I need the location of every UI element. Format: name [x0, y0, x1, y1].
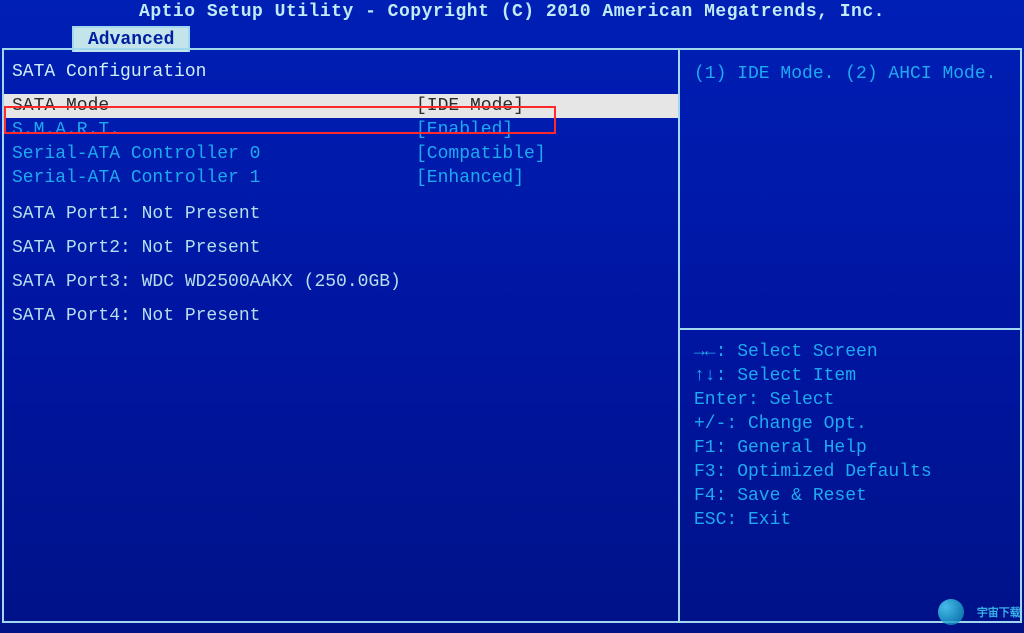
hotkeys-pane: →←: Select Screen ↑↓: Select Item Enter:… [680, 330, 1020, 621]
row-sata-mode[interactable]: SATA Mode [IDE Mode] [4, 94, 678, 118]
row-smart[interactable]: S.M.A.R.T. [Enabled] [4, 118, 678, 142]
row-label: SATA Mode [4, 96, 416, 116]
section-title: SATA Configuration [4, 62, 678, 94]
arrow-left-right-icon: →←: [694, 342, 737, 362]
row-label: Serial-ATA Controller 1 [4, 168, 416, 188]
row-label: S.M.A.R.T. [4, 120, 416, 140]
hotkey-select-screen: →←: Select Screen [694, 340, 1006, 364]
main-pane: SATA Configuration SATA Mode [IDE Mode] … [4, 50, 678, 621]
arrow-up-down-icon: ↑↓: [694, 366, 737, 386]
row-value: [Compatible] [416, 144, 546, 164]
hotkey-esc: ESC: Exit [694, 508, 1006, 532]
sata-port-3: SATA Port3: WDC WD2500AAKX (250.0GB) [4, 258, 678, 292]
title-bar: Aptio Setup Utility - Copyright (C) 2010… [0, 0, 1024, 26]
row-value: [Enabled] [416, 120, 513, 140]
sata-port-4: SATA Port4: Not Present [4, 292, 678, 326]
row-value: [Enhanced] [416, 168, 524, 188]
hotkey-enter: Enter: Select [694, 388, 1006, 412]
row-value: [IDE Mode] [416, 96, 524, 116]
hotkey-change-opt: +/-: Change Opt. [694, 412, 1006, 436]
help-text: (1) IDE Mode. (2) AHCI Mode. [694, 64, 996, 84]
hotkey-f3: F3: Optimized Defaults [694, 460, 1006, 484]
content-frame: SATA Configuration SATA Mode [IDE Mode] … [2, 48, 1022, 623]
hotkey-select-item: ↑↓: Select Item [694, 364, 1006, 388]
row-sata-ctrl-1[interactable]: Serial-ATA Controller 1 [Enhanced] [4, 166, 678, 190]
sata-port-2: SATA Port2: Not Present [4, 224, 678, 258]
bios-screen: Aptio Setup Utility - Copyright (C) 2010… [0, 0, 1024, 633]
hotkey-f4: F4: Save & Reset [694, 484, 1006, 508]
row-sata-ctrl-0[interactable]: Serial-ATA Controller 0 [Compatible] [4, 142, 678, 166]
sata-port-1: SATA Port1: Not Present [4, 190, 678, 224]
row-label: Serial-ATA Controller 0 [4, 144, 416, 164]
hotkey-f1: F1: General Help [694, 436, 1006, 460]
help-pane: (1) IDE Mode. (2) AHCI Mode. [680, 50, 1020, 328]
